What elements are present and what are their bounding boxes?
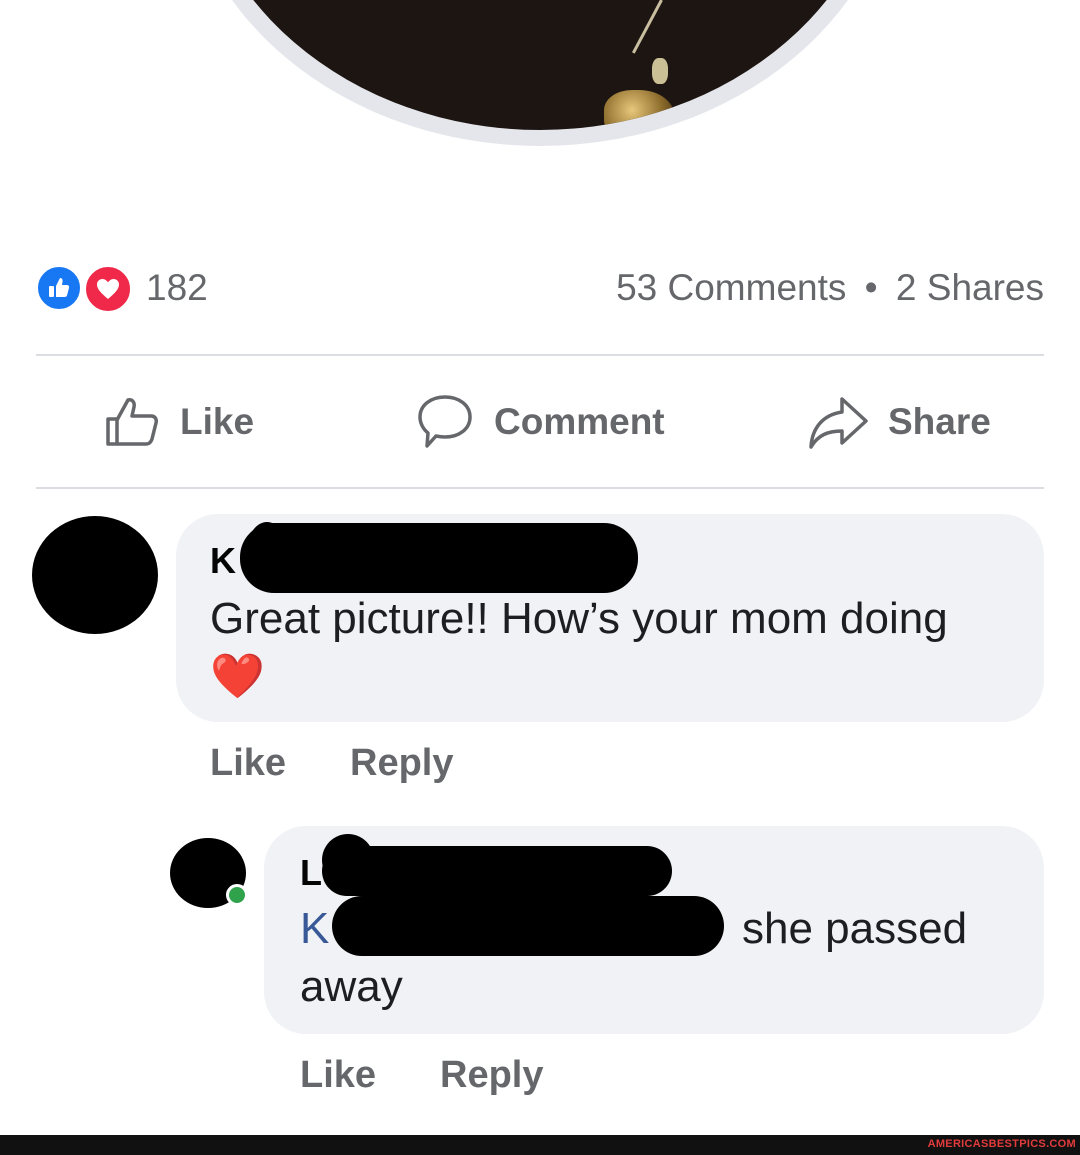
comment-body: Great picture!! How’s your mom doing bbox=[210, 594, 948, 643]
love-reaction-icon[interactable] bbox=[84, 265, 132, 313]
share-action-label: Share bbox=[888, 401, 991, 442]
necklace-pendant bbox=[604, 90, 674, 130]
like-action-button[interactable]: Like bbox=[102, 392, 254, 452]
stats-separator: • bbox=[864, 267, 878, 308]
thumbs-up-icon bbox=[106, 398, 158, 446]
reply-text-line2: away bbox=[300, 962, 403, 1011]
comment-author-avatar[interactable] bbox=[32, 516, 158, 634]
red-heart-icon: ❤️ bbox=[210, 652, 265, 701]
divider-top bbox=[36, 354, 1044, 356]
reply-reply-link[interactable]: Reply bbox=[440, 1054, 543, 1097]
redaction-mark bbox=[240, 523, 638, 593]
comment-reply-link[interactable]: Reply bbox=[350, 742, 453, 785]
reply-mention: K bbox=[300, 900, 329, 958]
watermark-bar bbox=[0, 1135, 1080, 1155]
watermark-text: AMERICASBESTPICS.COM bbox=[927, 1138, 1076, 1150]
comment-action-label: Comment bbox=[494, 401, 665, 442]
redaction-mark bbox=[332, 896, 724, 956]
redaction-mark bbox=[322, 834, 374, 886]
redaction-mark bbox=[246, 522, 288, 586]
post-stats: 53 Comments • 2 Shares bbox=[616, 266, 1044, 310]
necklace-chain bbox=[632, 0, 663, 54]
comments-count-link[interactable]: 53 Comments bbox=[616, 267, 846, 308]
divider-bottom bbox=[36, 487, 1044, 489]
reply-like-link[interactable]: Like bbox=[300, 1054, 376, 1097]
share-action-button[interactable]: Share bbox=[806, 392, 991, 452]
online-status-dot bbox=[226, 884, 248, 906]
reply-text-tail: she passed bbox=[742, 904, 968, 953]
necklace-bead bbox=[652, 58, 668, 84]
comment-text: Great picture!! How’s your mom doing ❤️ bbox=[210, 590, 1010, 706]
comment-action-button[interactable]: Comment bbox=[414, 392, 665, 452]
reaction-count[interactable]: 182 bbox=[146, 266, 208, 310]
shares-count-link[interactable]: 2 Shares bbox=[896, 267, 1044, 308]
comment-like-link[interactable]: Like bbox=[210, 742, 286, 785]
share-arrow-icon bbox=[809, 397, 868, 449]
comment-author-name[interactable]: K bbox=[210, 540, 236, 582]
reply-author-name[interactable]: L bbox=[300, 852, 322, 894]
like-reaction-icon[interactable] bbox=[36, 265, 82, 311]
like-action-label: Like bbox=[180, 401, 255, 442]
comment-bubble-icon bbox=[418, 395, 472, 448]
mention-link[interactable]: K bbox=[300, 904, 329, 953]
redaction-mark bbox=[322, 846, 672, 896]
